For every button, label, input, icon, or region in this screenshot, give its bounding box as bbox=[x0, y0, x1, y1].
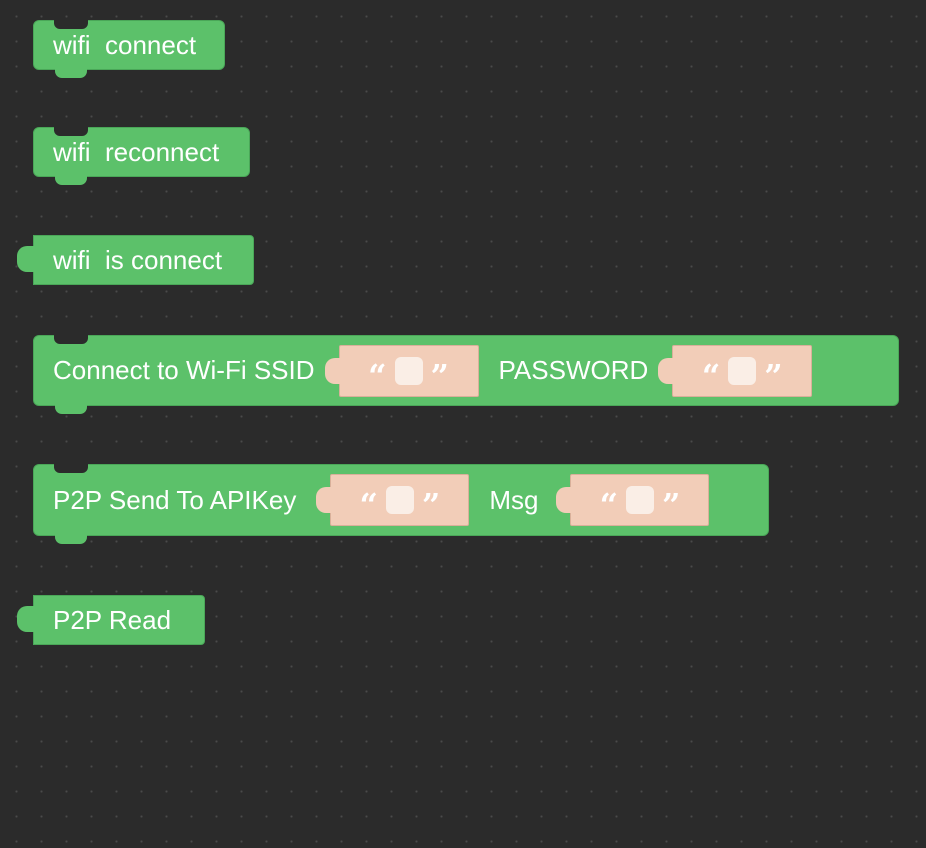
close-quote-icon: ” bbox=[430, 356, 449, 395]
msg-text-input[interactable]: “ ” bbox=[556, 474, 710, 526]
p2p-read-block[interactable]: P2P Read bbox=[17, 595, 205, 645]
close-quote-icon: ” bbox=[421, 486, 441, 524]
password-text-input[interactable]: “ ” bbox=[658, 344, 813, 397]
close-quote-icon: ” bbox=[661, 486, 681, 524]
msg-text-field[interactable] bbox=[625, 486, 654, 514]
close-quote-icon: ” bbox=[764, 356, 783, 395]
apikey-text-field[interactable] bbox=[385, 486, 414, 514]
open-quote-icon: “ bbox=[701, 356, 721, 395]
open-quote-icon: “ bbox=[599, 486, 618, 524]
wifi-is-connect-block[interactable]: wifi is connect bbox=[17, 235, 254, 285]
apikey-text-input[interactable]: “ ” bbox=[316, 474, 470, 526]
wifi-reconnect-block[interactable]: wifi reconnect bbox=[33, 127, 250, 185]
p2p-send-block[interactable]: P2P Send To APIKey “ ” Msg “ ” bbox=[33, 464, 769, 544]
p2p-read-label: P2P Read bbox=[53, 604, 172, 635]
wifi-reconnect-label: wifi reconnect bbox=[53, 136, 220, 167]
connect-wifi-block[interactable]: Connect to Wi-Fi SSID “ ” PASSWORD “ ” bbox=[33, 335, 899, 414]
open-quote-icon: “ bbox=[368, 356, 387, 395]
wifi-connect-block[interactable]: wifi connect bbox=[33, 20, 225, 78]
wifi-is-connect-label: wifi is connect bbox=[53, 244, 223, 275]
ssid-text-input[interactable]: “ ” bbox=[324, 344, 479, 397]
p2p-send-label: P2P Send To APIKey bbox=[53, 484, 297, 515]
blockly-workspace[interactable]: wifi connect wifi reconnect wifi is conn… bbox=[0, 0, 926, 848]
password-text-field[interactable] bbox=[728, 356, 757, 385]
connect-wifi-label: Connect to Wi-Fi SSID bbox=[53, 355, 315, 385]
wifi-connect-label: wifi connect bbox=[53, 29, 197, 60]
password-label: PASSWORD bbox=[498, 355, 649, 385]
msg-label: Msg bbox=[489, 484, 539, 515]
open-quote-icon: “ bbox=[359, 486, 378, 524]
ssid-text-field[interactable] bbox=[394, 356, 423, 385]
